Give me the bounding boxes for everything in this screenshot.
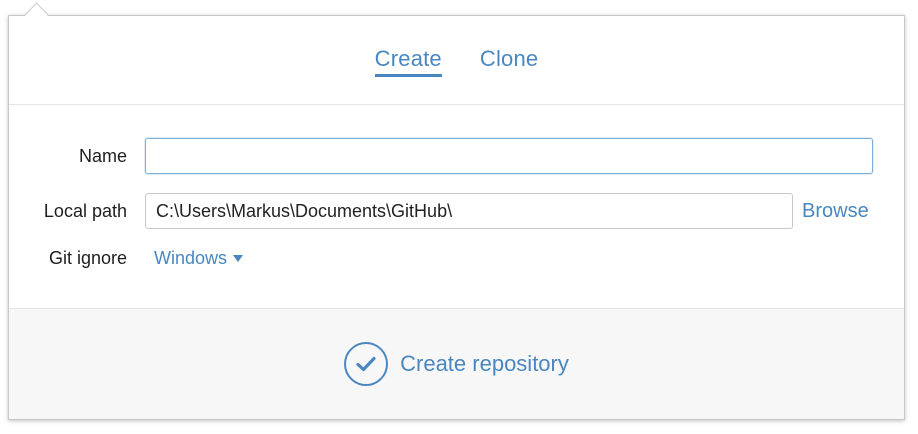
create-repository-popover: Create Clone Name Local path Browse Git … [8,15,905,420]
git-ignore-label: Git ignore [48,247,127,268]
tab-create[interactable]: Create [374,46,442,77]
chevron-down-icon [233,254,244,262]
create-repository-label: Create repository [400,351,569,376]
name-label: Name [78,145,127,166]
git-ignore-value: Windows [154,247,228,268]
local-path-row: Local path Browse [9,192,904,230]
tab-clone[interactable]: Clone [480,46,538,74]
checkmark-icon [344,342,389,386]
create-repository-button[interactable]: Create repository [344,342,569,386]
tab-bar: Create Clone [9,16,904,105]
name-row: Name [9,137,904,175]
local-path-input[interactable] [145,193,793,229]
git-ignore-row: Git ignore Windows [9,239,904,277]
name-input[interactable] [145,138,873,174]
footer: Create repository [9,308,904,419]
git-ignore-dropdown[interactable]: Windows [154,247,244,269]
create-form: Name Local path Browse Git ignore Window… [9,105,904,310]
local-path-label: Local path [43,200,127,221]
browse-button[interactable]: Browse [802,200,869,223]
